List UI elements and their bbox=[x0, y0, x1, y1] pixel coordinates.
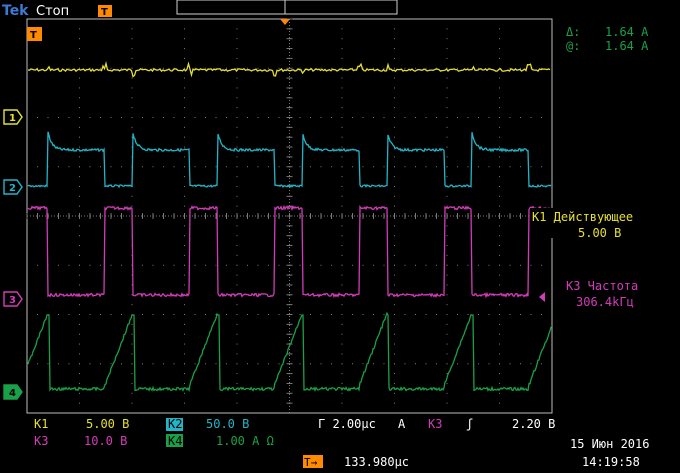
trigger-mode: A bbox=[398, 417, 406, 431]
svg-text:4: 4 bbox=[9, 388, 16, 399]
trigger-source: K3 bbox=[428, 417, 442, 431]
ch1-scale-value: 5.00 B bbox=[86, 417, 129, 431]
cursor-at-value: 1.64 A bbox=[605, 39, 649, 53]
ch3-scale-label: K3 bbox=[34, 434, 48, 448]
cursor-at-label: @: bbox=[566, 39, 580, 53]
horizontal-delay-value: 133.980µc bbox=[344, 455, 409, 469]
trigger-slope-icon: ʃ bbox=[466, 417, 473, 431]
svg-text:1: 1 bbox=[9, 113, 16, 124]
channel-4-marker[interactable]: 4 bbox=[3, 384, 23, 400]
delay-marker: T→ bbox=[304, 456, 318, 469]
timebase-value: Г 2.00µc bbox=[318, 417, 376, 431]
cursor-delta-label: Δ: bbox=[566, 25, 580, 39]
svg-text:2: 2 bbox=[9, 183, 16, 194]
svg-text:T: T bbox=[30, 30, 37, 41]
measurement-1-title: K1 Действующее bbox=[532, 210, 633, 224]
date-display: 15 Июн 2016 bbox=[570, 437, 649, 451]
oscilloscope-screen: Tek Стоп T T 1 2 3 4 Δ: 1.64 A @: 1.64 A… bbox=[0, 0, 680, 473]
ch2-scale-label: K2 bbox=[168, 417, 182, 431]
trigger-level-value: 2.20 B bbox=[512, 417, 555, 431]
svg-text:3: 3 bbox=[9, 295, 16, 306]
channel-1-marker[interactable]: 1 bbox=[3, 109, 23, 125]
ch4-scale-label: K4 bbox=[168, 434, 182, 448]
time-display: 14:19:58 bbox=[582, 455, 640, 469]
cursor-readout: Δ: 1.64 A @: 1.64 A bbox=[566, 25, 649, 53]
measurement-1-value: 5.00 B bbox=[578, 226, 621, 240]
measurement-2-title: K3 Частота bbox=[566, 279, 638, 293]
channel-2-marker[interactable]: 2 bbox=[3, 179, 23, 195]
measurement-2-value: 306.4kГц bbox=[576, 295, 634, 309]
ch4-scale-value: 1.00 A Ω bbox=[216, 434, 274, 448]
trigger-left-marker: T bbox=[27, 27, 42, 41]
acquisition-status: Стоп bbox=[36, 4, 69, 19]
cursor-delta-value: 1.64 A bbox=[605, 25, 649, 39]
channel-3-marker[interactable]: 3 bbox=[3, 291, 23, 307]
trigger-position-letter: T bbox=[101, 7, 108, 18]
ch3-scale-value: 10.0 B bbox=[84, 434, 127, 448]
ch2-scale-value: 50.0 B bbox=[206, 417, 249, 431]
ch1-scale-label: K1 bbox=[34, 417, 48, 431]
brand-logo: Tek bbox=[2, 3, 29, 19]
